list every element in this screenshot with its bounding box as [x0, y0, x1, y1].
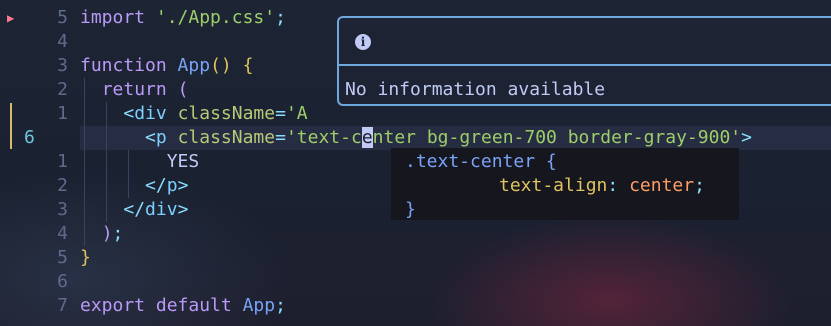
code-token: < — [145, 127, 156, 148]
code-text[interactable]: </div> — [80, 198, 188, 222]
code-token: div — [145, 199, 178, 220]
code-token: './App.css' — [155, 7, 276, 28]
css-selector: .text-center — [405, 151, 536, 172]
code-token: className — [177, 127, 276, 148]
code-token: > — [177, 175, 189, 196]
code-text[interactable]: } — [80, 246, 91, 270]
css-open-brace: { — [545, 151, 557, 172]
css-property: text-align — [499, 175, 608, 196]
code-token: ; — [275, 295, 286, 316]
code-text[interactable]: function App() { — [80, 54, 253, 78]
code-text[interactable]: ); — [80, 222, 124, 246]
code-token: import — [80, 7, 146, 28]
code-text[interactable]: <div className='A — [80, 102, 308, 126]
code-token: ) — [101, 223, 113, 244]
code-token: ( — [177, 79, 189, 100]
line-number: 6 — [24, 127, 35, 148]
code-token: nter bg-green-700 border-gray-900' — [372, 127, 742, 148]
code-token: export — [80, 295, 146, 316]
line-number: 7 — [57, 295, 68, 316]
code-token: </ — [145, 175, 167, 196]
code-text[interactable]: </p> — [80, 174, 188, 198]
hover-info-popup: i No information available — [337, 16, 831, 106]
line-number: 3 — [57, 199, 68, 220]
code-line[interactable]: 6 — [0, 270, 831, 294]
line-number: 2 — [57, 79, 68, 100]
code-text[interactable]: <p className='text-center bg-green-700 b… — [80, 126, 752, 150]
line-number: 2 — [57, 175, 68, 196]
code-token: App — [177, 55, 211, 76]
css-definition-popup: .text-center { text-align: center; } — [391, 148, 739, 220]
css-close-line: } — [405, 198, 416, 222]
hover-message: No information available — [345, 79, 606, 100]
line-number: 1 — [57, 103, 68, 124]
code-token: ; — [112, 223, 124, 244]
css-declaration-line: text-align: center; — [499, 174, 705, 198]
code-line[interactable]: 5} — [0, 246, 831, 270]
code-token: < — [123, 103, 135, 124]
code-line[interactable]: 4 ); — [0, 222, 831, 246]
code-token: function — [80, 55, 167, 76]
code-token: { — [242, 55, 254, 76]
line-number: 5 — [57, 7, 68, 28]
code-token: className — [177, 103, 276, 124]
code-token: return — [101, 79, 167, 100]
code-token: = — [275, 127, 286, 148]
code-token: > — [741, 127, 752, 148]
code-token: = — [275, 103, 286, 124]
code-token: 'text-c — [285, 127, 362, 148]
line-number: 5 — [57, 247, 68, 268]
line-number: 4 — [57, 223, 68, 244]
line-number: 4 — [57, 31, 68, 52]
code-line[interactable]: 7 export default App; — [0, 294, 831, 318]
code-text[interactable]: import './App.css'; — [80, 6, 286, 30]
code-token: p — [155, 127, 167, 148]
css-colon: : — [607, 175, 619, 196]
text-cursor: e — [361, 127, 373, 148]
css-value: center — [629, 175, 695, 196]
code-token: ; — [275, 7, 286, 28]
breakpoint-marker-icon[interactable]: ▶ — [7, 6, 14, 30]
code-token: p — [166, 175, 178, 196]
code-text[interactable]: YES — [80, 150, 200, 174]
line-number: 3 — [57, 55, 68, 76]
code-token: </ — [123, 199, 146, 220]
css-selector-line: .text-center { — [405, 150, 557, 174]
code-token: > — [177, 199, 189, 220]
info-icon: i — [355, 34, 371, 50]
code-token: div — [134, 103, 167, 124]
line-number: 1 — [57, 151, 68, 172]
hover-divider — [339, 64, 831, 66]
code-token: } — [80, 247, 91, 268]
css-semicolon: ; — [694, 175, 705, 196]
code-token: 'A — [285, 103, 308, 124]
css-close-brace: } — [405, 199, 416, 220]
code-token: default — [155, 295, 232, 316]
code-line-current[interactable]: 6 <p className='text-center bg-green-700… — [0, 126, 831, 150]
line-number: 6 — [57, 271, 68, 292]
code-token: () — [210, 55, 232, 76]
code-token: YES — [166, 151, 200, 172]
code-text[interactable]: return ( — [80, 78, 189, 102]
code-text[interactable]: export default App; — [80, 294, 286, 318]
code-token: App — [242, 295, 276, 316]
